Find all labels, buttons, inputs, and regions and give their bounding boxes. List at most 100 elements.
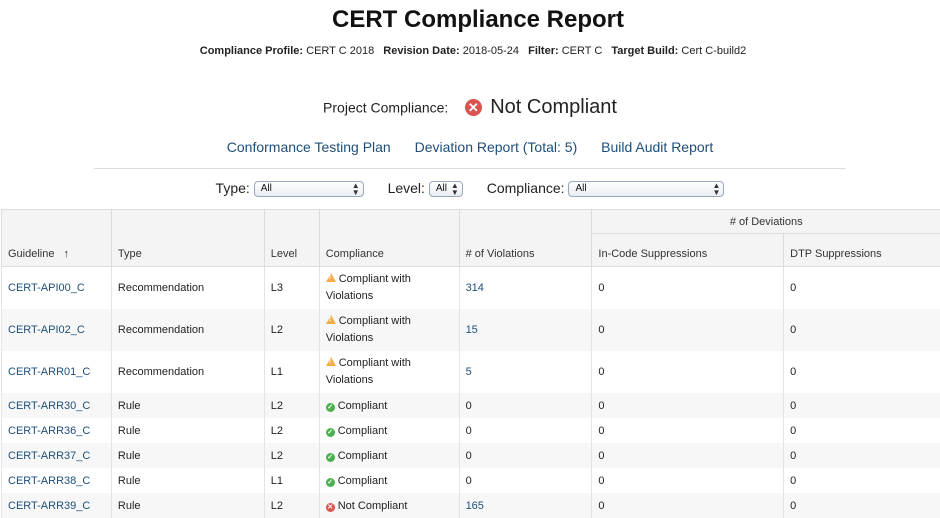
table-row: CERT-ARR39_C Rule L2 ✕Not Compliant 165 …: [2, 493, 940, 518]
level-filter-select[interactable]: All ▲▼: [429, 181, 463, 197]
col-header-guideline-label: Guideline: [8, 248, 54, 260]
deviation-report-link[interactable]: Deviation Report (Total: 5): [415, 139, 578, 155]
compliance-text: Compliant with Violations: [326, 273, 411, 302]
conformance-testing-plan-link[interactable]: Conformance Testing Plan: [227, 139, 391, 155]
type-cell: Rule: [111, 443, 264, 468]
sort-up-icon: ↑: [63, 248, 69, 260]
level-filter-label: Level:: [388, 180, 425, 196]
select-arrows-icon: ▲▼: [352, 182, 360, 196]
compliance-table: Guideline ↑ Type Level Compliance # of Vi…: [1, 209, 940, 518]
guideline-link[interactable]: CERT-ARR38_C: [8, 475, 90, 487]
check-icon: ✓: [326, 478, 335, 487]
compliance-cell: ✕Not Compliant: [319, 493, 459, 518]
compliance-cell: Compliant with Violations: [319, 351, 459, 393]
dtp-cell: 0: [784, 309, 940, 351]
guideline-link[interactable]: CERT-API02_C: [8, 324, 85, 336]
in-code-cell: 0: [592, 443, 784, 468]
compliance-cell: ✓Compliant: [319, 443, 459, 468]
meta-label: Compliance Profile:: [200, 45, 303, 57]
type-cell: Rule: [111, 468, 264, 493]
check-icon: ✓: [326, 403, 335, 412]
warning-icon: [326, 273, 336, 282]
meta-label: Target Build:: [611, 45, 678, 57]
warning-icon: [326, 315, 336, 324]
select-arrows-icon: ▲▼: [451, 182, 459, 196]
guideline-link[interactable]: CERT-ARR37_C: [8, 450, 90, 462]
guideline-link[interactable]: CERT-ARR36_C: [8, 425, 90, 437]
col-header-level[interactable]: Level: [264, 210, 319, 267]
report-links: Conformance Testing Plan Deviation Repor…: [0, 139, 940, 155]
check-icon: ✓: [326, 428, 335, 437]
guideline-link[interactable]: CERT-ARR01_C: [8, 366, 90, 378]
compliance-cell: Compliant with Violations: [319, 309, 459, 351]
violations-cell: 0: [459, 443, 592, 468]
project-compliance: Project Compliance: ✕ Not Compliant: [0, 96, 940, 119]
dtp-cell: 0: [784, 267, 940, 310]
table-row: CERT-API00_C Recommendation L3 Compliant…: [2, 267, 940, 310]
in-code-cell: 0: [592, 309, 784, 351]
table-row: CERT-ARR30_C Rule L2 ✓Compliant 0 0 0: [2, 393, 940, 418]
table-row: CERT-ARR01_C Recommendation L1 Compliant…: [2, 351, 940, 393]
report-meta: Compliance Profile: CERT C 2018 Revision…: [0, 45, 940, 57]
type-cell: Rule: [111, 393, 264, 418]
level-cell: L2: [264, 309, 319, 351]
level-cell: L2: [264, 443, 319, 468]
dtp-cell: 0: [784, 393, 940, 418]
compliance-text: Compliant: [338, 450, 388, 462]
compliance-cell: ✓Compliant: [319, 418, 459, 443]
dtp-cell: 0: [784, 418, 940, 443]
type-filter-label: Type:: [216, 180, 250, 196]
table-row: CERT-ARR36_C Rule L2 ✓Compliant 0 0 0: [2, 418, 940, 443]
level-cell: L1: [264, 351, 319, 393]
violations-link[interactable]: 5: [466, 366, 472, 378]
in-code-cell: 0: [592, 493, 784, 518]
compliance-text: Compliant with Violations: [326, 357, 411, 386]
col-header-violations[interactable]: # of Violations: [459, 210, 592, 267]
warning-icon: [326, 357, 336, 366]
col-header-in-code[interactable]: In-Code Suppressions: [592, 234, 784, 267]
col-header-dtp[interactable]: DTP Suppressions: [784, 234, 940, 267]
not-compliant-icon: ✕: [465, 99, 482, 116]
in-code-cell: 0: [592, 393, 784, 418]
meta-value: Cert C-build2: [681, 45, 746, 57]
compliance-filter-select[interactable]: All ▲▼: [568, 181, 724, 197]
type-filter-select[interactable]: All ▲▼: [254, 181, 364, 197]
page-title: CERT Compliance Report: [0, 6, 940, 34]
violations-cell: 0: [459, 393, 592, 418]
dtp-cell: 0: [784, 443, 940, 468]
type-cell: Rule: [111, 493, 264, 518]
dtp-cell: 0: [784, 351, 940, 393]
divider: [94, 168, 846, 169]
type-cell: Recommendation: [111, 309, 264, 351]
check-icon: ✓: [326, 453, 335, 462]
col-header-compliance[interactable]: Compliance: [319, 210, 459, 267]
guideline-link[interactable]: CERT-ARR30_C: [8, 400, 90, 412]
select-arrows-icon: ▲▼: [713, 182, 721, 196]
compliance-filter-label: Compliance:: [487, 180, 565, 196]
compliance-cell: ✓Compliant: [319, 393, 459, 418]
in-code-cell: 0: [592, 351, 784, 393]
meta-value: CERT C 2018: [306, 45, 374, 57]
compliance-text: Compliant: [338, 400, 388, 412]
guideline-link[interactable]: CERT-API00_C: [8, 282, 85, 294]
col-header-guideline[interactable]: Guideline ↑: [2, 210, 112, 267]
table-row: CERT-ARR38_C Rule L1 ✓Compliant 0 0 0: [2, 468, 940, 493]
type-cell: Rule: [111, 418, 264, 443]
meta-value: CERT C: [562, 45, 603, 57]
violations-link[interactable]: 15: [466, 324, 478, 336]
dtp-cell: 0: [784, 493, 940, 518]
dtp-cell: 0: [784, 468, 940, 493]
level-cell: L2: [264, 493, 319, 518]
table-row: CERT-API02_C Recommendation L2 Compliant…: [2, 309, 940, 351]
compliance-text: Compliant: [338, 475, 388, 487]
in-code-cell: 0: [592, 267, 784, 310]
project-compliance-label: Project Compliance:: [323, 100, 448, 116]
level-cell: L1: [264, 468, 319, 493]
violations-cell: 0: [459, 418, 592, 443]
build-audit-report-link[interactable]: Build Audit Report: [601, 139, 713, 155]
type-cell: Recommendation: [111, 351, 264, 393]
filter-bar: Type: All ▲▼ Level: All ▲▼ Compliance: A…: [0, 180, 940, 197]
col-header-type[interactable]: Type: [111, 210, 264, 267]
violations-link[interactable]: 314: [466, 282, 484, 294]
meta-value: 2018-05-24: [463, 45, 519, 57]
